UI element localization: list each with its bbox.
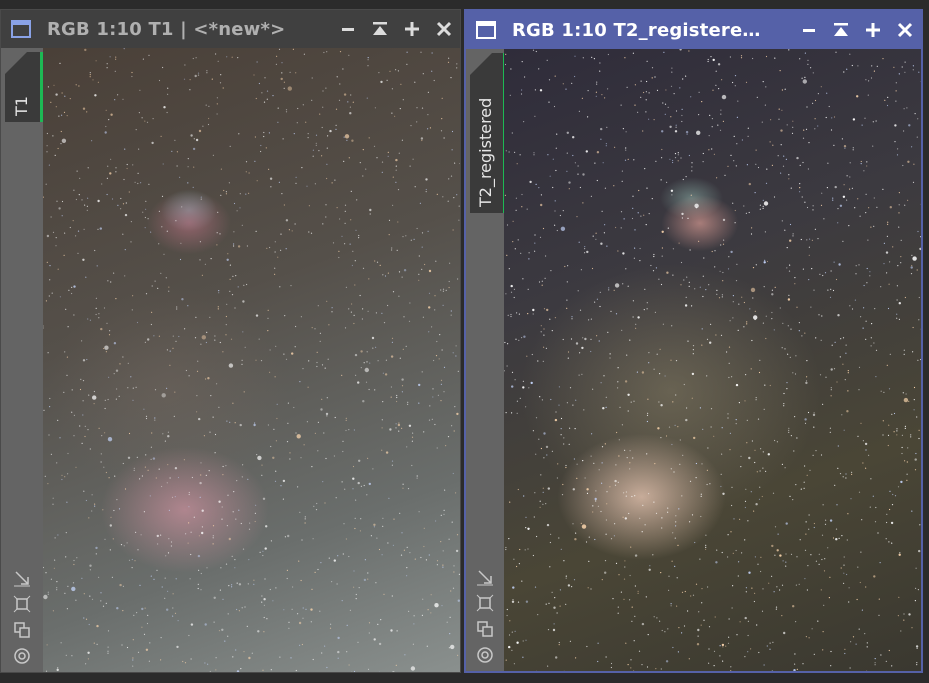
target-icon[interactable]: [475, 645, 495, 665]
star-field: [43, 48, 460, 672]
window-title: RGB 1:10 T1 | <*new*>: [47, 18, 286, 40]
maximize-icon[interactable]: [396, 10, 428, 48]
view-tab-t2-registered[interactable]: T2_registered: [470, 53, 506, 213]
view-sidebar: T2_registered: [466, 49, 506, 671]
clone-icon[interactable]: [12, 620, 32, 640]
view-tab-t1[interactable]: T1: [5, 52, 43, 122]
title-bar[interactable]: RGB 1:10 T2_registere…: [466, 11, 921, 49]
close-icon[interactable]: [428, 10, 460, 48]
view-tab-label: T2_registered: [475, 97, 495, 207]
view-tools: [466, 567, 504, 665]
shade-icon[interactable]: [825, 11, 857, 49]
zoom-to-fit-icon[interactable]: [475, 593, 495, 613]
view-tab-label: T1: [11, 96, 31, 116]
window-title: RGB 1:10 T2_registere…: [512, 19, 761, 41]
view-sidebar: T1: [1, 48, 43, 672]
minimize-icon[interactable]: [332, 10, 364, 48]
target-icon[interactable]: [12, 646, 32, 666]
view-tools: [1, 568, 43, 666]
minimize-icon[interactable]: [793, 11, 825, 49]
title-bar[interactable]: RGB 1:10 T1 | <*new*>: [1, 10, 460, 48]
fit-view-icon[interactable]: [475, 567, 495, 587]
window-icon[interactable]: [476, 21, 496, 39]
maximize-icon[interactable]: [857, 11, 889, 49]
window-icon[interactable]: [11, 20, 31, 38]
image-canvas-t2-registered[interactable]: [504, 49, 921, 671]
clone-icon[interactable]: [475, 619, 495, 639]
zoom-to-fit-icon[interactable]: [12, 594, 32, 614]
shade-icon[interactable]: [364, 10, 396, 48]
close-icon[interactable]: [889, 11, 921, 49]
star-field: [504, 49, 921, 671]
image-canvas-t1[interactable]: [43, 48, 460, 672]
image-window-t2-registered[interactable]: RGB 1:10 T2_registere… T2_registered: [464, 9, 923, 673]
image-window-t1[interactable]: RGB 1:10 T1 | <*new*> T1: [0, 9, 461, 673]
fit-view-icon[interactable]: [12, 568, 32, 588]
